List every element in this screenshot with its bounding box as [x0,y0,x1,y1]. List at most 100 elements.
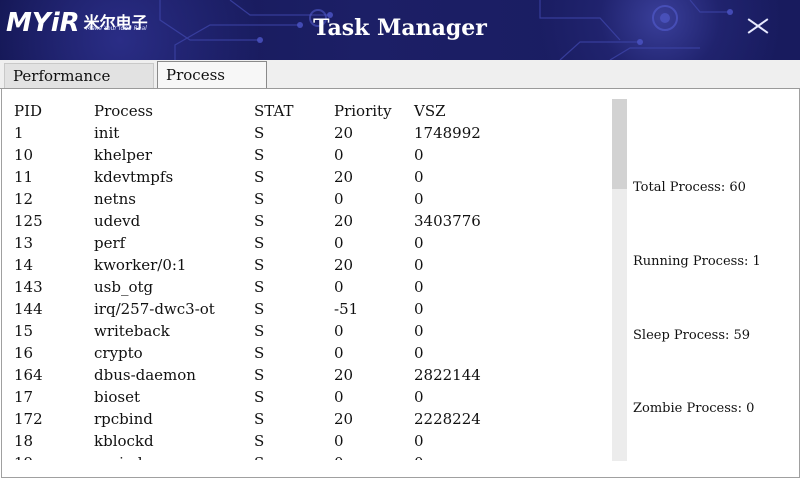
vsz-cell: 0 [414,146,424,164]
sleep-process-label: Sleep Process: 59 [633,328,751,343]
priority-cell: 0 [334,452,344,460]
pid-cell: 19 [14,452,33,460]
pid-cell: 13 [14,234,34,252]
table-row[interactable]: 11 kdevtmpfs S 20 0 [14,166,604,188]
stat-cell: S [254,344,265,362]
pid-cell: 164 [14,366,43,384]
process-cell: bioset [94,388,141,406]
priority-cell: 0 [334,190,344,208]
process-cell: perf [94,234,126,252]
total-process-label: Total Process: 60 [633,180,746,195]
table-row[interactable]: 16 crypto S 0 0 [14,342,604,364]
table-row[interactable]: 172 rpcbind S 20 2228224 [14,408,604,430]
pid-cell: 144 [14,300,43,318]
priority-cell: 0 [334,146,344,164]
table-row[interactable]: 18 kblockd S 0 0 [14,430,604,452]
pid-cell: 17 [14,388,34,406]
table-row[interactable]: 12 netns S 0 0 [14,188,604,210]
column-header-stat[interactable]: STAT [254,100,293,122]
table-row[interactable]: 143 usb_otg S 0 0 [14,276,604,298]
pid-cell: 125 [14,212,43,230]
stat-cell: S [254,256,265,274]
table-row[interactable]: 164 dbus-daemon S 20 2822144 [14,364,604,386]
pid-cell: 1 [14,124,24,142]
pid-cell: 16 [14,344,34,362]
stat-cell: S [254,168,265,186]
tab-performance-info[interactable]: Performance Info [4,63,154,109]
close-icon[interactable] [744,12,772,40]
priority-cell: 0 [334,344,344,362]
stat-cell: S [254,124,265,142]
table-row[interactable]: 125 udevd S 20 3403776 [14,210,604,232]
stat-cell: S [254,300,265,318]
priority-cell: 0 [334,322,344,340]
vsz-cell: 0 [414,344,424,362]
priority-cell: 20 [334,124,354,142]
column-header-priority[interactable]: Priority [334,100,392,122]
pid-cell: 14 [14,256,34,274]
scrollbar-thumb[interactable] [612,99,627,189]
priority-cell: -51 [334,300,359,318]
priority-cell: 20 [334,168,354,186]
stat-cell: S [254,366,265,384]
vsz-cell: 0 [414,190,424,208]
vsz-cell: 0 [414,300,424,318]
priority-cell: 0 [334,432,344,450]
table-row[interactable]: 19 rpciod S 0 0 [14,452,604,460]
title-bar: MYiR 米尔电子 Make Your Idea Real Task Manag… [0,0,800,60]
process-cell: kworker/0:1 [94,256,187,274]
vsz-cell: 0 [414,256,424,274]
process-cell: usb_otg [94,278,154,296]
table-row[interactable]: 17 bioset S 0 0 [14,386,604,408]
process-cell: dbus-daemon [94,366,196,384]
process-table: PID Process STAT Priority VSZ 1 init S 20 17… [14,100,604,460]
stat-cell: S [254,212,265,230]
column-header-process[interactable]: Process [94,100,153,122]
process-cell: khelper [94,146,153,164]
column-header-pid[interactable]: PID [14,100,42,122]
process-cell: writeback [94,322,170,340]
priority-cell: 20 [334,212,354,230]
table-row[interactable]: 14 kworker/0:1 S 20 0 [14,254,604,276]
zombie-process-label: Zombie Process: 0 [633,401,755,416]
vsz-cell: 0 [414,322,424,340]
table-row[interactable]: 10 khelper S 0 0 [14,144,604,166]
process-cell: rpcbind [94,410,153,428]
pid-cell: 172 [14,410,43,428]
vsz-cell: 0 [414,388,424,406]
stat-cell: S [254,278,265,296]
vsz-cell: 1748992 [414,124,481,142]
vsz-cell: 2228224 [414,410,481,428]
vsz-cell: 0 [414,278,424,296]
vsz-cell: 0 [414,452,424,460]
process-cell: kblockd [94,432,154,450]
vsz-cell: 0 [414,234,424,252]
stat-cell: S [254,452,264,460]
column-header-vsz[interactable]: VSZ [414,100,446,122]
running-process-label: Running Process: 1 [633,254,761,269]
process-cell: udevd [94,212,141,230]
vsz-cell: 3403776 [414,212,481,230]
stat-cell: S [254,146,265,164]
stat-cell: S [254,322,265,340]
pid-cell: 15 [14,322,34,340]
pid-cell: 11 [14,168,34,186]
table-row[interactable]: 144 irq/257-dwc3-ot S -51 0 [14,298,604,320]
priority-cell: 0 [334,388,344,406]
vsz-cell: 0 [414,168,424,186]
process-cell: init [94,124,120,142]
table-row[interactable]: 1 init S 20 1748992 [14,122,604,144]
table-row[interactable]: 13 perf S 0 0 [14,232,604,254]
table-row[interactable]: 15 writeback S 0 0 [14,320,604,342]
priority-cell: 0 [334,234,344,252]
priority-cell: 20 [334,366,354,384]
pid-cell: 18 [14,432,34,450]
tab-process-info[interactable]: Process Info [157,61,267,110]
stat-cell: S [254,410,265,428]
process-cell: netns [94,190,136,208]
pid-cell: 143 [14,278,43,296]
vsz-cell: 0 [414,432,424,450]
process-cell: kdevtmpfs [94,168,174,186]
stat-cell: S [254,388,265,406]
vsz-cell: 2822144 [414,366,481,384]
